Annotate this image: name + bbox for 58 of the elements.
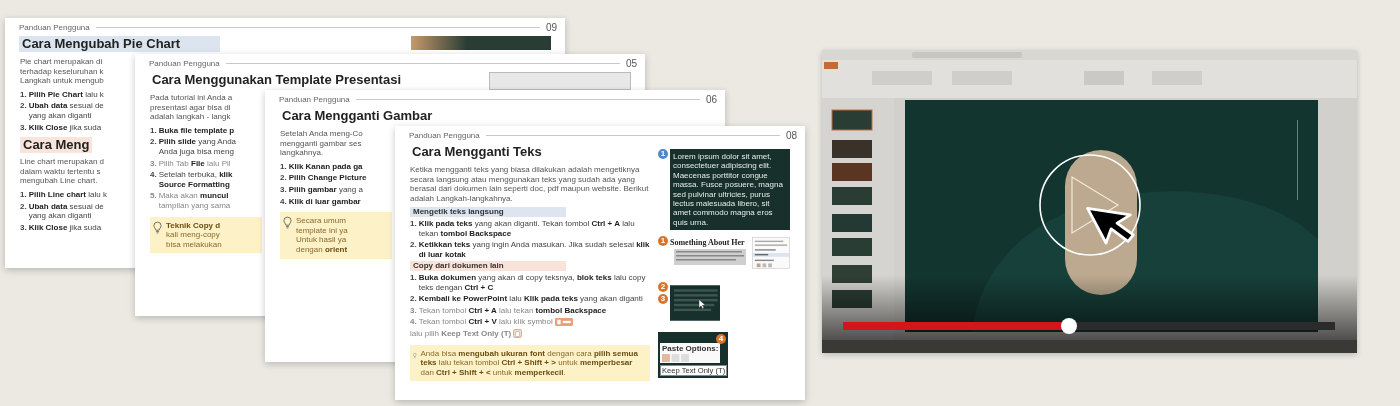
lightbulb-icon [153, 220, 162, 234]
section-heading: Copy dari dokumen lain [410, 261, 566, 271]
tip-text: Secara umum template ini ya Untuk hasil ya dengan orient [296, 216, 348, 255]
page-number: 08 [785, 130, 797, 141]
step-badge: 1 [658, 236, 668, 247]
play-icon[interactable] [1038, 153, 1142, 257]
step-text: 3. Tekan tombol Ctrl + A lalu tekan tombol Backspace [410, 305, 607, 316]
page-number: 09 [545, 22, 557, 33]
paragraph-text: Pie chart merupakan di terhadap keseluruhan k Langkah untuk mengub [20, 57, 105, 86]
step-text: 1. Klik pada teks yang akan diganti. Tekan tombol Ctrl + A lalu tekan tombol Backspace [410, 218, 636, 239]
page-header: Panduan Pengguna [279, 95, 350, 104]
subheading: Cara Meng [20, 137, 93, 154]
paste-buttons-icon [662, 354, 689, 363]
step-text: 2. Pilih Change Picture [280, 173, 367, 183]
step-text: 4. Setelah terbuka, klik Source Formatting [150, 170, 233, 190]
page-title: Cara Mengganti Gambar [281, 108, 434, 124]
step-text: 1. Klik Kanan pada ga [280, 161, 363, 172]
step-text: lalu pilih Keep Text Only (T) [410, 328, 512, 339]
step-text: 2. Ketikkan teks yang ingin Anda masukan. Jika sudah selesai klik di luar kotak [410, 240, 650, 260]
step-text: 3. Pilih gambar yang a [280, 184, 363, 195]
step-text: 2. Kembali ke PowerPoint lalu Klik pada teks yang akan diganti [410, 294, 643, 304]
step-text: 4. Klik di luar gambar [280, 196, 361, 207]
paragraph-text: Line chart merupakan d dalam waktu tertentu s mengubah Line chart. [20, 157, 106, 186]
step-text: 1. Pilih Line chart lalu k [20, 189, 107, 200]
page-header: Panduan Pengguna [409, 131, 480, 140]
menu-title: Paste Options: [662, 344, 719, 354]
document-heading: Something About Her [670, 238, 746, 248]
page-header: Panduan Pengguna [19, 23, 90, 32]
step-badge: 1 [658, 149, 668, 159]
page-title: Cara Menggunakan Template Presentasi [151, 72, 402, 88]
paragraph-text: Ketika mengganti teks yang biasa dilakukan adalah mengetiknya secara langsung atau menggunakan teks yang sudah ada yang berasal dari dokumen lain seperti doc, pdf maupun website. Berikut adalah Langkah-langkahnya. [410, 165, 650, 204]
step-text: 2. Pilih slide yang Anda Anda juga bisa meng [150, 137, 237, 157]
tip-text: Anda bisa mengubah ukuran font dengan cara pilih semua teks lalu tekan tombol Ctrl + Shift + > untuk memperbesar dan Ctrl + Shift + < untuk memperkecil. [420, 348, 639, 378]
page-header: Panduan Pengguna [149, 59, 220, 68]
page-title: Cara Mengganti Teks [411, 144, 543, 160]
step-text: 1. Buka file template p [150, 125, 235, 136]
clipboard-icon [513, 329, 523, 339]
step-text: 4. Tekan tombol Ctrl + V lalu klik symbol [410, 317, 553, 327]
page-number: 05 [625, 58, 637, 69]
paragraph-text: Pada tutorial ini Anda a presentasi agar bisa di adalah langkah - langk [150, 93, 234, 122]
step-text: 3. Klik Close jika suda [20, 222, 102, 233]
step-text: 1. Buka dokumen yang akan di copy teksnya, blok teks lalu copy teks dengan Ctrl + C [410, 272, 647, 293]
step-badge: 2 [658, 282, 668, 293]
page-title: Cara Mengubah Pie Chart [19, 36, 221, 52]
step-text: 3. Klik Close jika suda [20, 122, 102, 133]
step-text: 3. Pilih Tab File lalu Pil [150, 158, 231, 169]
tip-text: Teknik Copy d kali meng-copy bisa melakukan [166, 220, 222, 250]
paste-options-icon [554, 318, 573, 327]
paragraph-text: Setelah Anda meng-Co mengganti gambar ses langkahnya. [280, 129, 364, 158]
step-text: 5. Maka akan muncul tampilan yang sama [150, 191, 231, 211]
page-number: 06 [705, 94, 717, 105]
step-text: 1. Pilih Pie Chart lalu k [20, 89, 104, 100]
lightbulb-icon [283, 216, 292, 230]
section-heading: Mengetik teks langsung [410, 207, 566, 217]
step-text: 2. Ubah data sesuai de yang akan diganti [20, 101, 104, 121]
step-badge: 4 [716, 334, 726, 345]
selected-text: Lorem ipsum dolor sit amet, consectetuer adipiscing elit. Maecenas porttitor congue massa. Fusce posuere, magna sed pulvinar ultricies, purus lectus malesuada libero, sit amet commodo magna eros quis urna. [673, 152, 784, 228]
step-badge: 3 [658, 294, 668, 305]
